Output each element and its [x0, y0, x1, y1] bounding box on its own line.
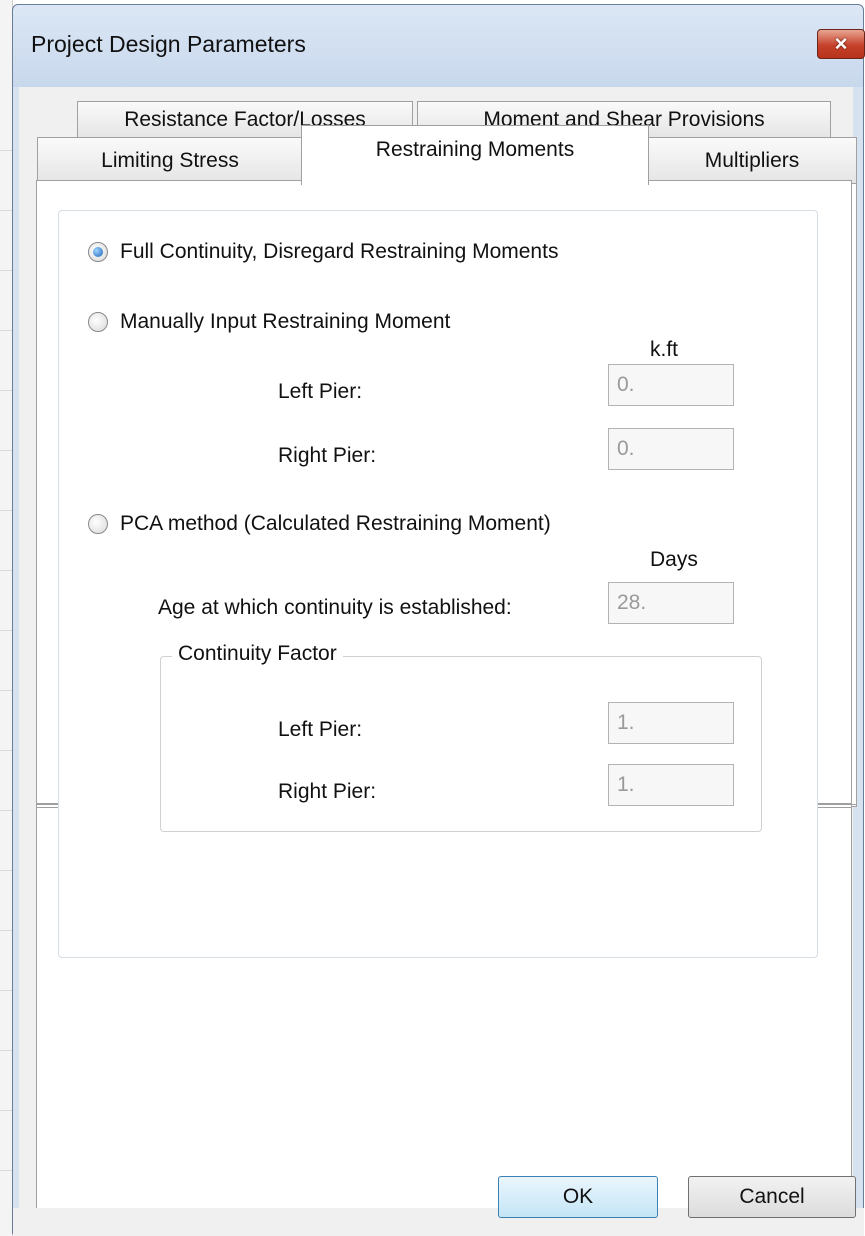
manual-right-pier-input[interactable]	[608, 428, 734, 470]
radio-manual-input[interactable]: Manually Input Restraining Moment	[88, 310, 450, 334]
grid-line	[0, 450, 12, 451]
age-continuity-label: Age at which continuity is established:	[158, 596, 512, 619]
manual-left-pier-input[interactable]	[608, 364, 734, 406]
title-bar[interactable]: Project Design Parameters ×	[13, 5, 865, 87]
radio-pca-method-label: PCA method (Calculated Restraining Momen…	[120, 512, 551, 535]
grid-line	[0, 390, 12, 391]
grid-line	[0, 990, 12, 991]
factor-left-pier-input[interactable]	[608, 702, 734, 744]
close-icon: ×	[834, 31, 848, 56]
dialog-title: Project Design Parameters	[31, 31, 306, 57]
radio-unselected-icon	[88, 312, 108, 332]
grid-line	[0, 1110, 12, 1111]
radio-unselected-icon	[88, 514, 108, 534]
grid-line	[0, 270, 12, 271]
grid-line	[0, 330, 12, 331]
days-unit-label: Days	[650, 548, 698, 571]
grid-line	[0, 690, 12, 691]
grid-line	[0, 150, 12, 151]
grid-line	[0, 1050, 12, 1051]
cancel-button[interactable]: Cancel	[688, 1176, 856, 1218]
factor-right-pier-input[interactable]	[608, 764, 734, 806]
grid-line	[0, 870, 12, 871]
grid-line	[0, 810, 12, 811]
manual-left-pier-label: Left Pier:	[278, 380, 363, 403]
moment-unit-label: k.ft	[650, 338, 679, 361]
radio-full-continuity[interactable]: Full Continuity, Disregard Restraining M…	[88, 240, 558, 264]
grid-line	[0, 510, 12, 511]
factor-right-pier-label: Right Pier:	[278, 780, 377, 803]
grid-line	[0, 630, 12, 631]
grid-line	[0, 1170, 12, 1171]
grid-line	[0, 750, 12, 751]
grid-line	[0, 210, 12, 211]
radio-full-continuity-label: Full Continuity, Disregard Restraining M…	[120, 240, 559, 263]
factor-left-pier-label: Left Pier:	[278, 718, 363, 741]
tab-restraining-moments[interactable]: Restraining Moments	[301, 125, 649, 185]
ok-button[interactable]: OK	[498, 1176, 658, 1218]
grid-line	[0, 570, 12, 571]
radio-manual-input-label: Manually Input Restraining Moment	[120, 310, 451, 333]
radio-pca-method[interactable]: PCA method (Calculated Restraining Momen…	[88, 512, 551, 536]
manual-right-pier-label: Right Pier:	[278, 444, 377, 467]
tab-limiting-stress[interactable]: Limiting Stress	[37, 137, 303, 183]
continuity-factor-legend: Continuity Factor	[172, 642, 343, 666]
close-button[interactable]: ×	[817, 29, 865, 59]
radio-selected-icon	[88, 242, 108, 262]
grid-line	[0, 930, 12, 931]
age-continuity-input[interactable]	[608, 582, 734, 624]
tab-multipliers[interactable]: Multipliers	[647, 137, 857, 183]
